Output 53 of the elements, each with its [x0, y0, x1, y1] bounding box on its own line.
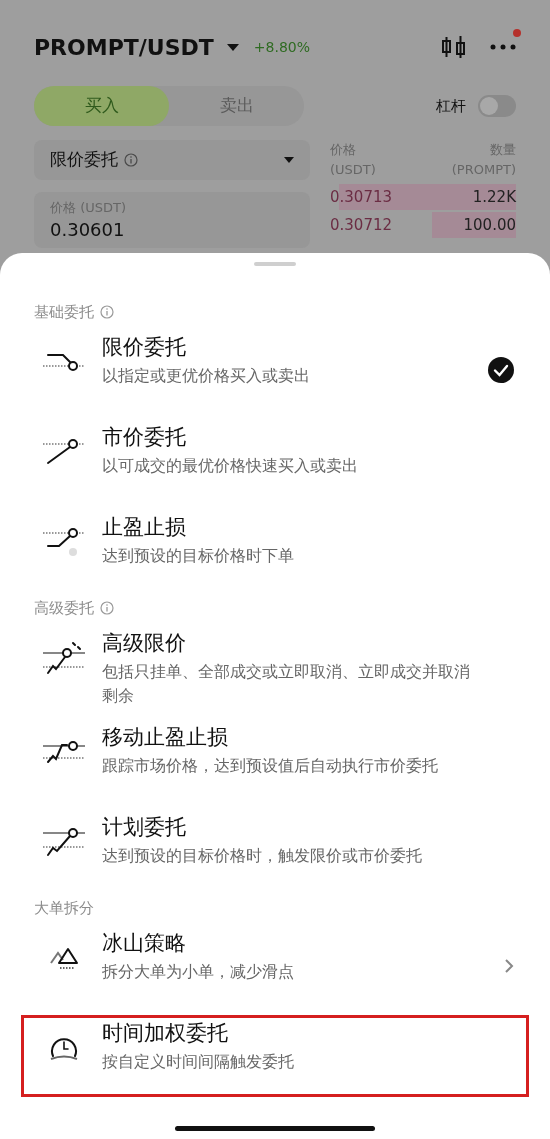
- option-description: 以指定或更优价格买入或卖出: [102, 365, 311, 387]
- clock-icon: [50, 1035, 78, 1061]
- limit-line-icon: [42, 352, 86, 372]
- option-title: 计划委托: [102, 814, 187, 841]
- check-icon: [488, 357, 514, 383]
- order-type-value: 限价委托: [50, 148, 118, 172]
- option-title: 市价委托: [102, 424, 187, 451]
- caret-icon[interactable]: [225, 42, 240, 52]
- option-title: 冰山策略: [102, 930, 187, 957]
- ask-price: 0.30712: [330, 214, 393, 236]
- order-type-option[interactable]: 市价委托 以可成交的最优价格快速买入或卖出: [24, 422, 526, 498]
- more-icon[interactable]: [490, 43, 516, 51]
- ask-quantity: 1.22K: [472, 186, 516, 208]
- order-type-option[interactable]: 止盈止损 达到预设的目标价格时下单: [24, 512, 526, 588]
- order-type-option[interactable]: 时间加权委托 按自定义时间间隔触发委托: [24, 1018, 526, 1094]
- option-description: 达到预设的目标价格时下单: [102, 545, 295, 567]
- pair-title: PROMPT/USDT: [34, 33, 214, 62]
- trailing-line-icon: [42, 740, 86, 764]
- advanced-line-icon: [42, 641, 86, 675]
- market-line-icon: [42, 439, 86, 465]
- candlestick-icon[interactable]: [440, 33, 468, 61]
- leverage-toggle[interactable]: [478, 95, 516, 117]
- option-description: 按自定义时间间隔触发委托: [102, 1051, 295, 1073]
- section-title: 基础委托: [34, 301, 94, 323]
- option-title: 止盈止损: [102, 514, 187, 541]
- ask-price: 0.30713: [330, 186, 393, 208]
- section-title: 大单拆分: [34, 897, 94, 919]
- option-description: 拆分大单为小单，减少滑点: [102, 961, 295, 983]
- order-type-option[interactable]: 高级限价 包括只挂单、全部成交或立即取消、立即成交并取消剩余: [24, 628, 526, 708]
- option-title: 高级限价: [102, 630, 187, 657]
- price-field-value: 0.30601: [50, 217, 126, 242]
- option-title: 移动止盈止损: [102, 724, 229, 751]
- ask-quantity: 100.00: [463, 214, 516, 236]
- order-type-option[interactable]: 计划委托 达到预设的目标价格时，触发限价或市价委托: [24, 812, 526, 888]
- stop-line-icon: [42, 527, 86, 557]
- order-type-option[interactable]: 冰山策略 拆分大单为小单，减少滑点: [24, 928, 526, 1004]
- info-icon: [124, 153, 138, 167]
- plan-line-icon: [42, 827, 86, 857]
- option-title: 时间加权委托: [102, 1020, 229, 1047]
- mountain-icon: [49, 946, 79, 970]
- leverage-label: 杠杆: [436, 95, 466, 117]
- order-type-option[interactable]: 移动止盈止损 跟踪市场价格，达到预设值后自动执行市价委托: [24, 722, 526, 798]
- option-description: 包括只挂单、全部成交或立即取消、立即成交并取消剩余: [102, 661, 471, 707]
- price-change: +8.80%: [253, 37, 311, 57]
- option-description: 达到预设的目标价格时，触发限价或市价委托: [102, 845, 423, 867]
- caret-icon: [284, 157, 294, 163]
- option-description: 跟踪市场价格，达到预设值后自动执行市价委托: [102, 755, 439, 777]
- drag-handle[interactable]: [254, 262, 296, 266]
- order-type-option[interactable]: 限价委托 以指定或更优价格买入或卖出: [24, 332, 526, 408]
- option-title: 限价委托: [102, 334, 187, 361]
- option-description: 以可成交的最优价格快速买入或卖出: [102, 455, 359, 477]
- order-type-select[interactable]: 限价委托: [34, 140, 310, 180]
- section-title: 高级委托: [34, 597, 94, 619]
